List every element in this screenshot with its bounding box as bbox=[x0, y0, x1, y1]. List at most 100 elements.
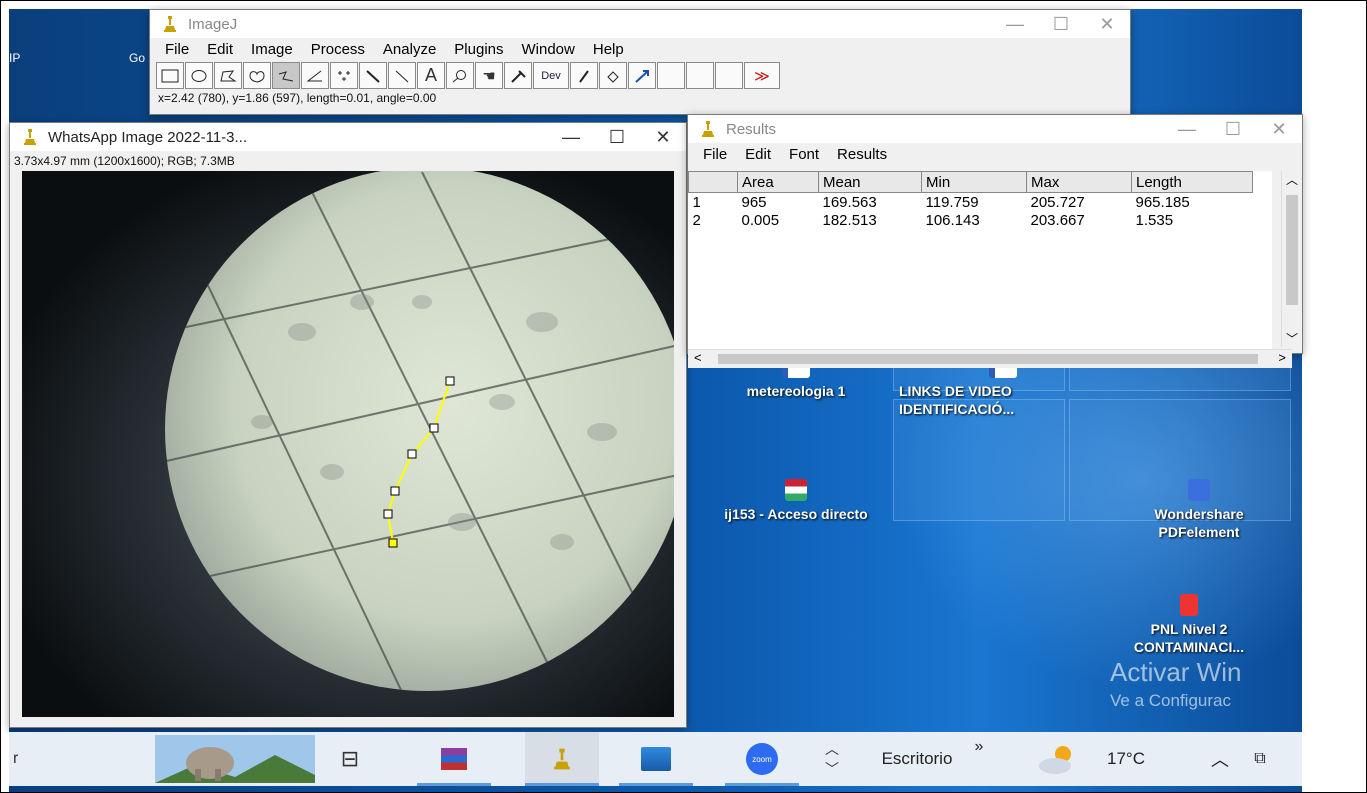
network-icon[interactable]: ⧉ bbox=[1245, 732, 1275, 786]
selection-handle[interactable] bbox=[407, 449, 417, 459]
column-header[interactable]: Area bbox=[737, 171, 819, 193]
minimize-icon[interactable]: — bbox=[1164, 119, 1210, 140]
results-menu-edit[interactable]: Edit bbox=[736, 146, 780, 163]
pdfelement-icon bbox=[1188, 479, 1210, 501]
results-menu-font[interactable]: Font bbox=[780, 146, 828, 163]
segmented-line-tool-icon[interactable] bbox=[272, 62, 300, 89]
scroll-right-icon[interactable]: > bbox=[1278, 350, 1286, 365]
results-table[interactable]: Area Mean Min Max Length 1 965 169.563 1… bbox=[688, 171, 1253, 229]
imagej-titlebar: ImageJ — ☐ ✕ bbox=[150, 10, 1130, 38]
table-row[interactable]: 2 0.005 182.513 106.143 203.667 1.535 bbox=[689, 211, 1253, 229]
menu-plugins[interactable]: Plugins bbox=[445, 41, 512, 58]
angle-tool-icon[interactable] bbox=[301, 62, 329, 89]
desktop-icon-pnl[interactable]: PNL Nivel 2 CONTAMINACI... bbox=[1109, 594, 1269, 656]
menu-process[interactable]: Process bbox=[302, 41, 374, 58]
weather-icon[interactable] bbox=[1027, 732, 1087, 786]
scroll-thumb[interactable] bbox=[718, 354, 1258, 364]
scroll-thumb[interactable] bbox=[1286, 195, 1298, 305]
menu-help[interactable]: Help bbox=[584, 41, 633, 58]
taskbar: r ⊟ zoom ︿ ﹀ Escritorio » 17°C ︿ ⧉ bbox=[9, 732, 1302, 786]
selection-handle[interactable] bbox=[383, 509, 393, 519]
brush-tool-icon[interactable] bbox=[570, 62, 598, 89]
image-info: 3.73x4.97 mm (1200x1600); RGB; 7.3MB bbox=[10, 151, 686, 172]
toolbar-expand-icon[interactable]: » bbox=[969, 732, 989, 762]
table-row[interactable]: 1 965 169.563 119.759 205.727 965.185 bbox=[689, 193, 1253, 212]
taskbar-scroll-icon[interactable]: ︿ ﹀ bbox=[817, 732, 847, 786]
menu-edit[interactable]: Edit bbox=[198, 41, 242, 58]
flood-fill-tool-icon[interactable] bbox=[599, 62, 627, 89]
maximize-icon[interactable]: ☐ bbox=[1038, 14, 1084, 35]
selection-handle[interactable] bbox=[388, 538, 398, 548]
menu-file[interactable]: File bbox=[156, 41, 198, 58]
zoom-app-icon[interactable]: zoom bbox=[725, 732, 799, 786]
close-icon[interactable]: ✕ bbox=[1084, 14, 1130, 35]
hand-tool-icon[interactable]: ☚ bbox=[475, 62, 503, 89]
image-window-titlebar: WhatsApp Image 2022-11-3... — ☐ ✕ bbox=[10, 123, 686, 151]
desktop-icon-wondershare[interactable]: Wondershare PDFelement bbox=[1124, 479, 1274, 541]
empty-tool-slot[interactable] bbox=[657, 62, 685, 89]
freehand-tool-icon[interactable] bbox=[243, 62, 271, 89]
taskbar-search[interactable]: r bbox=[9, 732, 133, 786]
taskbar-search-highlight-icon[interactable] bbox=[155, 732, 315, 786]
column-header[interactable]: Mean bbox=[818, 171, 922, 193]
empty-tool-slot[interactable] bbox=[686, 62, 714, 89]
column-header[interactable]: Min bbox=[921, 171, 1027, 193]
microscope-icon bbox=[702, 121, 714, 137]
wand-tool-icon[interactable] bbox=[359, 62, 387, 89]
vertical-scrollbar[interactable]: ︿ ﹀ bbox=[1281, 171, 1302, 347]
winrar-app-icon[interactable] bbox=[417, 732, 491, 786]
desktop-toolbar-label[interactable]: Escritorio bbox=[867, 732, 967, 786]
minimize-icon[interactable]: — bbox=[548, 127, 594, 148]
column-header[interactable] bbox=[688, 171, 738, 193]
minimize-icon[interactable]: — bbox=[992, 14, 1038, 35]
horizontal-scrollbar[interactable]: < > bbox=[688, 349, 1292, 368]
column-header[interactable]: Length bbox=[1131, 171, 1253, 193]
results-menu-file[interactable]: File bbox=[694, 146, 736, 163]
selection-handle[interactable] bbox=[390, 486, 400, 496]
scroll-up-icon[interactable]: ︿ bbox=[1282, 171, 1302, 188]
column-header[interactable]: Max bbox=[1026, 171, 1132, 193]
imagej-toolbar: A ☚ Dev ≫ bbox=[150, 60, 1130, 89]
cut-off-heading: g bbox=[761, 1, 1321, 9]
results-menu-results[interactable]: Results bbox=[828, 146, 896, 163]
show-hidden-icons-icon[interactable]: ︿ bbox=[1205, 732, 1235, 786]
results-titlebar: Results — ☐ ✕ bbox=[688, 115, 1302, 143]
menu-window[interactable]: Window bbox=[513, 41, 584, 58]
developer-menu-button[interactable]: Dev bbox=[533, 62, 569, 89]
multipoint-tool-icon[interactable] bbox=[330, 62, 358, 89]
microscope-icon bbox=[24, 129, 36, 145]
more-tools-icon[interactable]: ≫ bbox=[744, 62, 780, 89]
results-table-area[interactable]: Area Mean Min Max Length 1 965 169.563 1… bbox=[688, 171, 1272, 351]
color-picker-tool-icon[interactable] bbox=[504, 62, 532, 89]
results-menubar: File Edit Font Results bbox=[688, 143, 1302, 165]
pdf-file-icon bbox=[1180, 594, 1198, 616]
magnifier-tool-icon[interactable] bbox=[446, 62, 474, 89]
close-icon[interactable]: ✕ bbox=[640, 127, 686, 148]
menu-analyze[interactable]: Analyze bbox=[374, 41, 445, 58]
polygon-tool-icon[interactable] bbox=[214, 62, 242, 89]
text-tool-icon[interactable]: A bbox=[417, 62, 445, 89]
micrograph-image[interactable] bbox=[22, 171, 674, 717]
image-window: WhatsApp Image 2022-11-3... — ☐ ✕ 3.73x4… bbox=[9, 122, 687, 728]
maximize-icon[interactable]: ☐ bbox=[1210, 119, 1256, 140]
oval-tool-icon[interactable] bbox=[185, 62, 213, 89]
selection-handle[interactable] bbox=[445, 376, 455, 386]
selection-handle[interactable] bbox=[429, 423, 439, 433]
rectangle-tool-icon[interactable] bbox=[156, 62, 184, 89]
scroll-down-icon[interactable]: ﹀ bbox=[1282, 330, 1302, 347]
close-icon[interactable]: ✕ bbox=[1256, 119, 1302, 140]
image-canvas[interactable] bbox=[22, 171, 674, 717]
imagej-taskbar-icon[interactable] bbox=[525, 732, 599, 786]
photos-app-icon[interactable] bbox=[619, 732, 693, 786]
activate-windows-subtitle: Ve a Configurac bbox=[1110, 691, 1231, 710]
results-window: Results — ☐ ✕ File Edit Font Results Are… bbox=[687, 114, 1303, 368]
menu-image[interactable]: Image bbox=[242, 41, 302, 58]
empty-tool-slot[interactable] bbox=[715, 62, 743, 89]
task-view-icon[interactable]: ⊟ bbox=[325, 732, 375, 786]
scroll-left-icon[interactable]: < bbox=[694, 350, 702, 365]
maximize-icon[interactable]: ☐ bbox=[594, 127, 640, 148]
straight-line-icon[interactable] bbox=[388, 62, 416, 89]
arrow-tool-icon[interactable] bbox=[628, 62, 656, 89]
imagej-window: ImageJ — ☐ ✕ File Edit Image Process Ana… bbox=[149, 9, 1131, 115]
desktop-icon-ij153[interactable]: ij153 - Acceso directo bbox=[721, 479, 871, 523]
